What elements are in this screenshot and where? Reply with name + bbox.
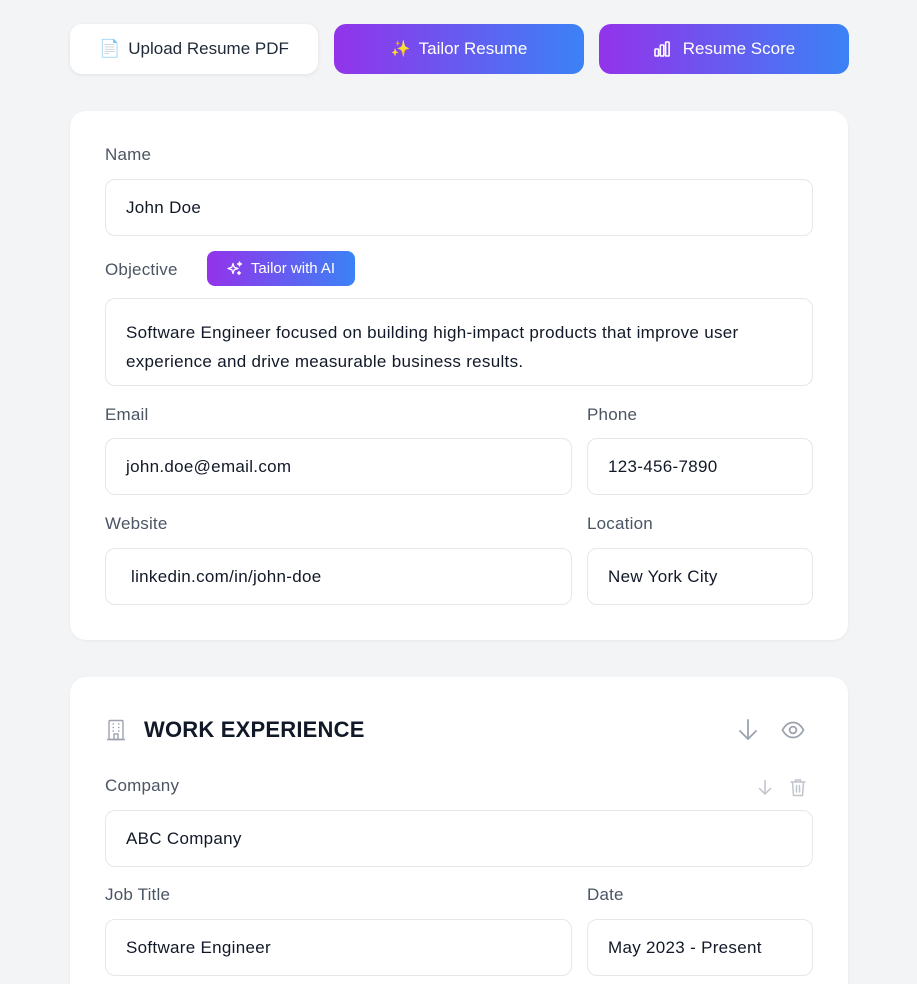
name-input[interactable]: John Doe: [105, 179, 813, 236]
tailor-with-ai-button[interactable]: Tailor with AI: [207, 251, 355, 286]
email-input[interactable]: john.doe@email.com: [105, 438, 572, 495]
date-input[interactable]: May 2023 - Present: [587, 919, 813, 976]
resume-score-button[interactable]: Resume Score: [599, 24, 849, 74]
job-title-label: Job Title: [105, 885, 171, 904]
trash-icon[interactable]: [789, 777, 807, 797]
name-label: Name: [105, 145, 152, 164]
phone-input[interactable]: 123-456-7890: [587, 438, 813, 495]
tailor-resume-button[interactable]: ✨ Tailor Resume: [334, 24, 584, 74]
location-label: Location: [587, 514, 653, 533]
website-input[interactable]: linkedin.com/in/john-doe: [105, 548, 572, 605]
website-label: Website: [105, 514, 168, 533]
upload-resume-label: Upload Resume PDF: [128, 39, 289, 58]
company-input[interactable]: ABC Company: [105, 810, 813, 867]
job-title-input[interactable]: Software Engineer: [105, 919, 572, 976]
tailor-resume-label: Tailor Resume: [418, 39, 528, 58]
eye-icon[interactable]: [780, 719, 806, 741]
objective-label: Objective: [105, 260, 178, 279]
objective-textarea[interactable]: Software Engineer focused on building hi…: [105, 298, 813, 386]
resume-score-label: Resume Score: [682, 39, 796, 58]
move-down-icon[interactable]: [736, 717, 760, 743]
sparkle-icon: [227, 260, 243, 277]
phone-label: Phone: [587, 405, 638, 424]
tailor-with-ai-label: Tailor with AI: [250, 260, 336, 277]
bar-chart-icon: [653, 40, 671, 58]
work-experience-title: WORK EXPERIENCE: [144, 717, 365, 742]
company-label: Company: [105, 776, 180, 795]
date-label: Date: [587, 885, 624, 904]
profile-card: Name John Doe Objective Tailor with AI S…: [70, 111, 848, 640]
document-icon: 📄: [99, 39, 121, 58]
work-experience-card: WORK EXPERIENCE Company ABC Company Job …: [70, 677, 848, 984]
building-icon: [105, 719, 127, 741]
location-input[interactable]: New York City: [587, 548, 813, 605]
move-entry-down-icon[interactable]: [757, 778, 773, 796]
sparkles-icon: ✨: [390, 41, 411, 58]
email-label: Email: [105, 405, 149, 424]
upload-resume-button[interactable]: 📄 Upload Resume PDF: [70, 24, 318, 74]
